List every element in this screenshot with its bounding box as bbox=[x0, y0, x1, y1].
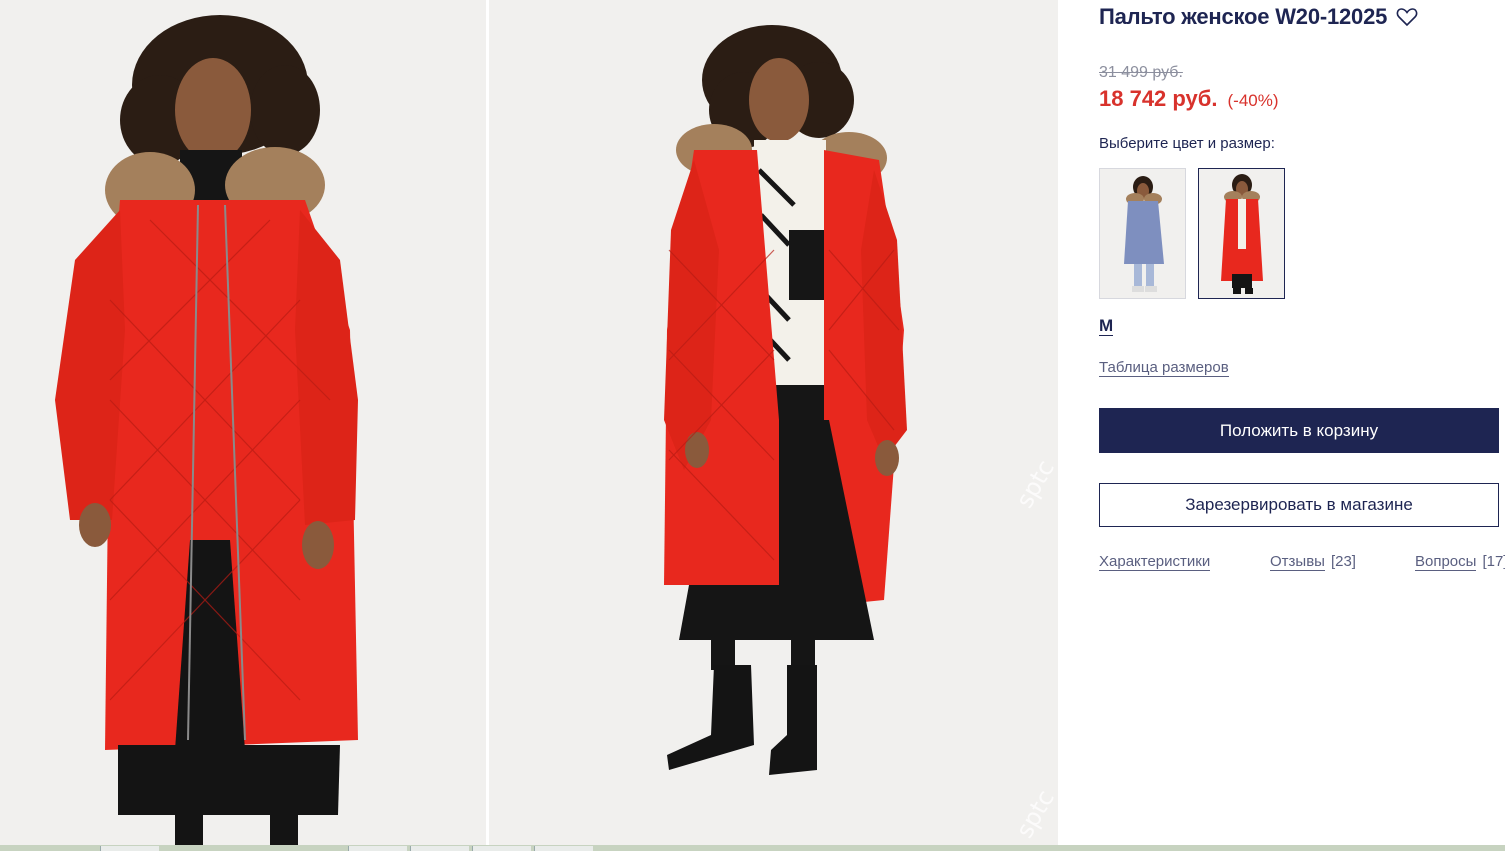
red-coat-thumbnail bbox=[1199, 169, 1284, 298]
price-row: 18 742 руб. (-40%) bbox=[1099, 86, 1279, 112]
add-to-cart-button[interactable]: Положить в корзину bbox=[1099, 408, 1499, 453]
tab-questions-label: Вопросы bbox=[1415, 553, 1477, 571]
title-row: Пальто женское W20-12025 bbox=[1099, 4, 1418, 30]
tab-characteristics-label: Характеристики bbox=[1099, 553, 1211, 571]
product-info-panel: Пальто женское W20-12025 31 499 руб. 18 … bbox=[1099, 0, 1505, 845]
color-swatch-blue[interactable] bbox=[1099, 168, 1186, 299]
discount-badge: (-40%) bbox=[1227, 91, 1279, 110]
blue-coat-thumbnail bbox=[1100, 169, 1185, 298]
size-table-link[interactable]: Таблица размеров bbox=[1099, 360, 1229, 377]
taskbar-item[interactable] bbox=[100, 846, 159, 851]
reserve-in-store-button[interactable]: Зарезервировать в магазине bbox=[1099, 483, 1499, 527]
size-option-m[interactable]: M bbox=[1099, 317, 1114, 336]
model-front-illustration bbox=[0, 0, 486, 845]
tab-questions-count: [17] bbox=[1482, 553, 1505, 570]
tab-reviews-count: [23] bbox=[1330, 553, 1356, 570]
tab-reviews-label: Отзывы bbox=[1270, 553, 1325, 571]
old-price: 31 499 руб. bbox=[1099, 64, 1183, 81]
taskbar-item[interactable] bbox=[534, 846, 593, 851]
product-title: Пальто женское W20-12025 bbox=[1099, 4, 1388, 29]
color-swatch-red[interactable] bbox=[1198, 168, 1285, 299]
taskbar-item[interactable] bbox=[348, 846, 407, 851]
product-photo-front[interactable] bbox=[0, 0, 486, 845]
current-price: 18 742 руб. bbox=[1099, 86, 1218, 111]
heart-outline-icon[interactable] bbox=[1396, 7, 1418, 27]
taskbar-item[interactable] bbox=[472, 846, 531, 851]
tab-questions[interactable]: Вопросы [17] bbox=[1415, 553, 1505, 571]
choose-color-size-label: Выберите цвет и размер: bbox=[1099, 135, 1275, 152]
model-full-illustration bbox=[489, 0, 1058, 845]
taskbar-item[interactable] bbox=[410, 846, 469, 851]
product-page: sptc sptc Пальто женское W20-12025 31 49… bbox=[0, 0, 1505, 851]
taskbar-strip bbox=[0, 845, 1505, 851]
tab-characteristics[interactable]: Характеристики bbox=[1099, 553, 1211, 571]
product-photo-full[interactable] bbox=[489, 0, 1058, 845]
tab-reviews[interactable]: Отзывы [23] bbox=[1270, 553, 1356, 571]
product-info-tabs: Характеристики Отзывы [23] Вопросы [17] bbox=[1099, 553, 1505, 575]
